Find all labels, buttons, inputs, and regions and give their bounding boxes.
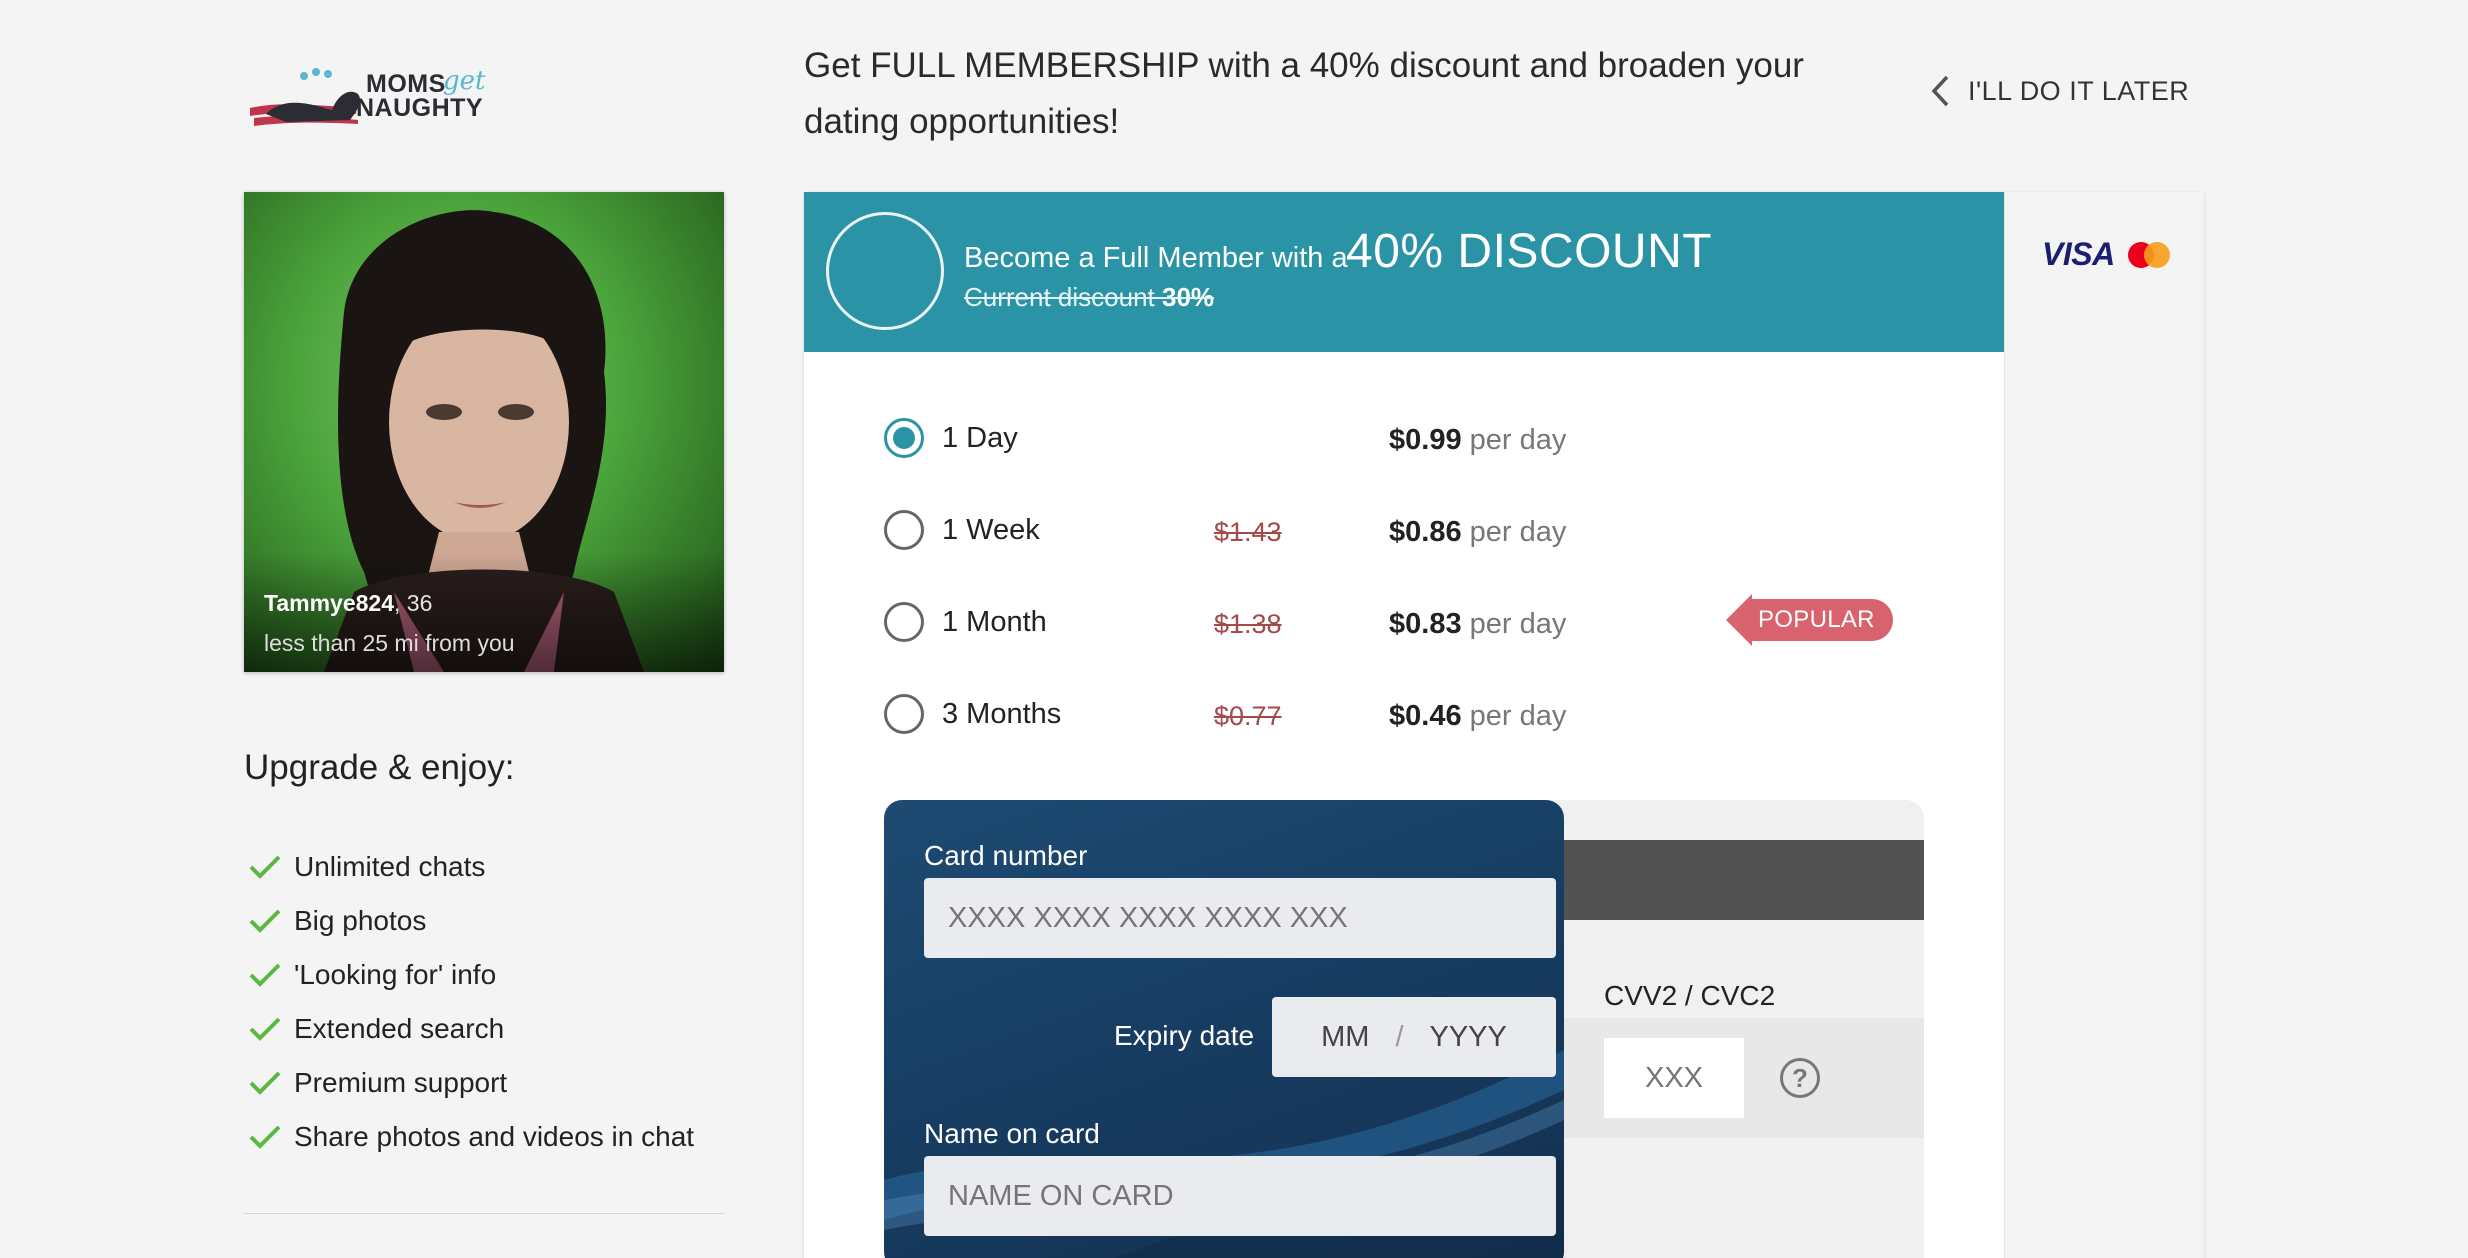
plan-radio[interactable] — [884, 510, 924, 550]
popular-badge: POPULAR — [1726, 594, 1893, 646]
mastercard-icon — [2127, 241, 2170, 268]
plan-price-unit: per day — [1461, 516, 1567, 548]
plan-label: 1 Week — [942, 514, 1040, 546]
current-discount: Current discount 30% — [964, 282, 1214, 313]
plan-price-value: $0.46 — [1389, 700, 1462, 732]
profile-card[interactable]: Tammye824, 36 less than 25 mi from you — [244, 192, 724, 672]
benefit-label: Extended search — [294, 1013, 505, 1044]
plan-price: $0.46 per day — [1389, 700, 1566, 733]
profile-name: Tammye824, 36 — [264, 590, 432, 617]
expiry-date-field[interactable]: MM / YYYY — [1272, 997, 1556, 1077]
plan-price-value: $0.83 — [1389, 608, 1462, 640]
cvv-help-icon[interactable]: ? — [1780, 1058, 1820, 1098]
benefits-list: Unlimited chats Big photos 'Looking for'… — [244, 840, 694, 1164]
expiry-year-input[interactable]: YYYY — [1430, 1021, 1507, 1054]
current-discount-label: Current discount — [964, 282, 1162, 312]
plan-radio[interactable] — [884, 694, 924, 734]
benefit-item: Extended search — [244, 1002, 694, 1056]
sidebar-divider — [244, 1213, 724, 1214]
plan-label: 1 Month — [942, 606, 1047, 638]
plan-label: 3 Months — [942, 698, 1062, 730]
plan-old-price: $1.43 — [1214, 517, 1282, 547]
plan-radio[interactable] — [884, 602, 924, 642]
do-it-later-button[interactable]: I'LL DO IT LATER — [1930, 74, 2189, 108]
plan-price-unit: per day — [1461, 608, 1567, 640]
discount-banner: Become a Full Member with a 40% DISCOUNT… — [804, 192, 2004, 352]
name-on-card-input[interactable] — [924, 1156, 1556, 1236]
card-brands: VISA — [2042, 236, 2173, 273]
check-icon — [249, 855, 281, 879]
plan-price-unit: per day — [1461, 424, 1567, 456]
benefit-item: Unlimited chats — [244, 840, 694, 894]
current-discount-value: 30% — [1161, 282, 1215, 312]
benefit-item: Premium support — [244, 1056, 694, 1110]
plan-label: 1 Day — [942, 422, 1018, 454]
visa-logo: VISA — [2042, 236, 2115, 272]
check-icon — [249, 909, 281, 933]
banner-notch — [1990, 240, 2004, 264]
benefit-label: Big photos — [294, 905, 427, 936]
plan-old-price: $0.77 — [1214, 701, 1282, 731]
benefit-item: Share photos and videos in chat — [244, 1110, 694, 1164]
benefit-label: Unlimited chats — [294, 851, 486, 882]
card-number-input[interactable] — [924, 878, 1556, 958]
plan-price-unit: per day — [1461, 700, 1567, 732]
plan-option-1-week[interactable]: 1 Week $1.43 $0.86 per day — [884, 500, 1884, 560]
popular-label: POPULAR — [1748, 599, 1893, 641]
benefit-label: Premium support — [294, 1067, 508, 1098]
card-number-label: Card number — [924, 840, 1088, 871]
check-icon — [249, 1071, 281, 1095]
plan-radio[interactable] — [884, 418, 924, 458]
check-icon — [249, 963, 281, 987]
upgrade-title: Upgrade & enjoy: — [244, 748, 515, 787]
plan-price-value: $0.86 — [1389, 516, 1462, 548]
check-icon — [249, 1017, 281, 1041]
timer-circle — [826, 212, 944, 330]
plan-price-value: $0.99 — [1389, 424, 1462, 456]
expiry-separator: / — [1395, 1020, 1404, 1053]
do-it-later-label: I'LL DO IT LATER — [1968, 75, 2190, 106]
profile-username: Tammye824 — [264, 590, 394, 616]
banner-text: Become a Full Member with a — [964, 242, 1348, 274]
plan-option-3-months[interactable]: 3 Months $0.77 $0.46 per day — [884, 684, 1884, 744]
benefit-item: Big photos — [244, 894, 694, 948]
plan-option-1-day[interactable]: 1 Day $0.99 per day — [884, 408, 1884, 468]
plan-old-price: $1.38 — [1214, 609, 1282, 639]
logo-word-get: get — [443, 66, 486, 96]
benefit-label: Share photos and videos in chat — [294, 1121, 695, 1152]
check-icon — [249, 1125, 281, 1149]
cvv-input[interactable] — [1604, 1038, 1744, 1118]
expiry-month-input[interactable]: MM — [1321, 1021, 1369, 1054]
plan-price: $0.99 per day — [1389, 424, 1566, 457]
logo-word-naughty: NAUGHTY — [356, 94, 484, 122]
payment-side-column — [2004, 192, 2204, 1258]
benefit-item: 'Looking for' info — [244, 948, 694, 1002]
plan-price: $0.83 per day — [1389, 608, 1566, 641]
cvv-label: CVV2 / CVC2 — [1604, 980, 1776, 1011]
expiry-date-label: Expiry date — [1114, 1020, 1255, 1051]
benefit-label: 'Looking for' info — [294, 959, 497, 990]
profile-distance: less than 25 mi from you — [264, 630, 515, 656]
page-headline: Get FULL MEMBERSHIP with a 40% discount … — [804, 46, 1804, 141]
site-logo[interactable]: MOMS get NAUGHTY — [246, 64, 486, 130]
name-on-card-label: Name on card — [924, 1118, 1100, 1149]
banner-discount: 40% DISCOUNT — [1346, 225, 1713, 278]
chevron-left-icon — [1931, 75, 1949, 107]
card-front: Card number Expiry date MM / YYYY Name o… — [884, 800, 1564, 1258]
plan-price: $0.86 per day — [1389, 516, 1566, 549]
profile-age: , 36 — [394, 590, 433, 616]
